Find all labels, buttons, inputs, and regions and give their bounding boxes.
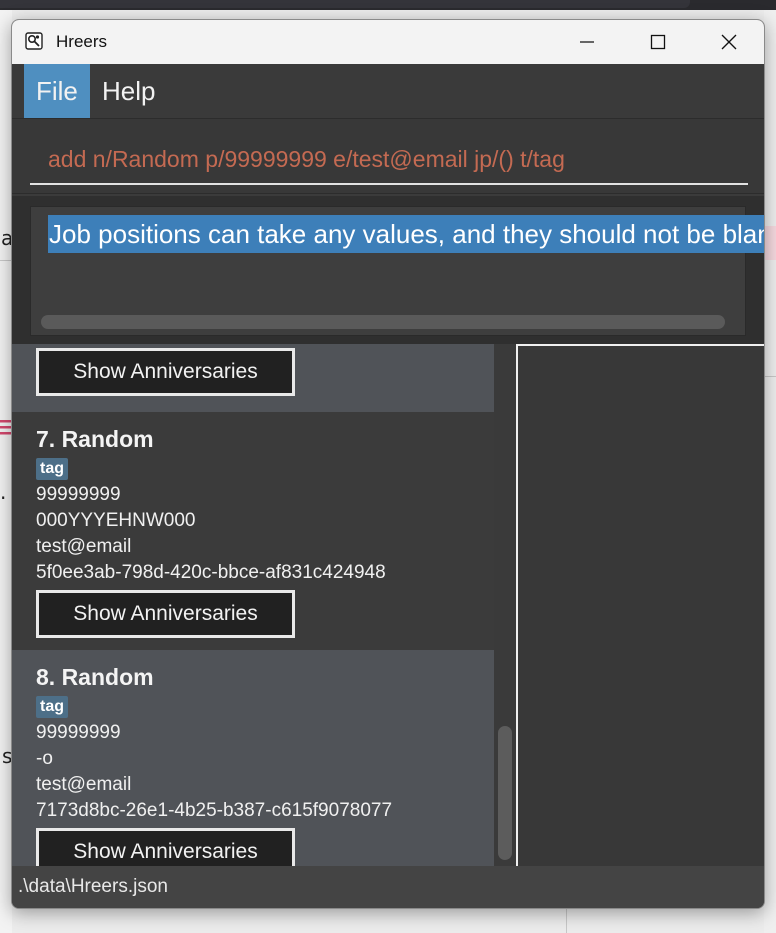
person-tag: tag — [36, 696, 68, 718]
menu-file[interactable]: File — [24, 64, 90, 118]
background-divider — [566, 909, 567, 933]
result-display-pane: Job positions can take any values, and t… — [12, 196, 764, 344]
person-phone: 99999999 — [36, 484, 121, 505]
close-icon — [721, 34, 737, 50]
detail-panel — [516, 344, 764, 866]
minimize-icon — [580, 41, 594, 43]
person-id: 7173d8bc-26e1-4b25-b387-c615f9078077 — [36, 800, 393, 821]
person-card[interactable]: 8. Random tag 99999999 -o test@email 717… — [12, 650, 494, 866]
desktop-top-bar — [0, 0, 776, 10]
app-window: Hreers File Help Job positions can take … — [11, 19, 765, 909]
command-input[interactable] — [30, 135, 748, 185]
save-file-path: .\data\Hreers.json — [18, 876, 168, 897]
person-id: 5f0ee3ab-798d-420c-bbce-af831c424948 — [36, 562, 386, 583]
result-message: Job positions can take any values, and t… — [48, 215, 764, 253]
person-email: test@email — [36, 774, 132, 795]
person-job-position: 000YYYEHNW000 — [36, 510, 196, 531]
close-button[interactable] — [694, 20, 764, 64]
menu-bar: File Help — [12, 64, 764, 118]
person-email: test@email — [36, 536, 132, 557]
person-phone: 99999999 — [36, 722, 121, 743]
background-menu-icon — [0, 418, 11, 436]
desktop-top-strip — [0, 0, 690, 8]
command-box-pane — [12, 118, 764, 194]
background-highlight — [764, 226, 776, 260]
background-window-right — [764, 10, 776, 933]
person-name: 8. Random — [36, 664, 154, 690]
maximize-icon — [650, 34, 666, 50]
window-title: Hreers — [56, 32, 108, 51]
person-card[interactable]: Show Anniversaries — [12, 344, 494, 412]
person-list-scroll-thumb[interactable] — [498, 726, 512, 860]
show-anniversaries-button[interactable]: Show Anniversaries — [36, 590, 295, 638]
background-text-fragment: . — [0, 480, 7, 504]
person-tag: tag — [36, 458, 68, 480]
person-card[interactable]: 7. Random tag 99999999 000YYYEHNW000 tes… — [12, 412, 494, 650]
person-list-panel[interactable]: Show Anniversaries 7. Random tag 9999999… — [12, 344, 494, 866]
menu-help[interactable]: Help — [90, 64, 167, 118]
maximize-button[interactable] — [623, 20, 693, 64]
result-display[interactable]: Job positions can take any values, and t… — [30, 206, 764, 336]
person-name: 7. Random — [36, 426, 154, 452]
show-anniversaries-button[interactable]: Show Anniversaries — [36, 828, 295, 866]
background-divider — [764, 376, 776, 377]
result-horizontal-scrollbar[interactable] — [41, 315, 725, 329]
show-anniversaries-button[interactable]: Show Anniversaries — [36, 348, 295, 396]
app-logo-icon — [25, 32, 43, 50]
status-bar: .\data\Hreers.json — [12, 866, 764, 908]
title-bar[interactable]: Hreers — [12, 20, 764, 64]
person-job-position: -o — [36, 748, 53, 769]
minimize-button[interactable] — [552, 20, 622, 64]
